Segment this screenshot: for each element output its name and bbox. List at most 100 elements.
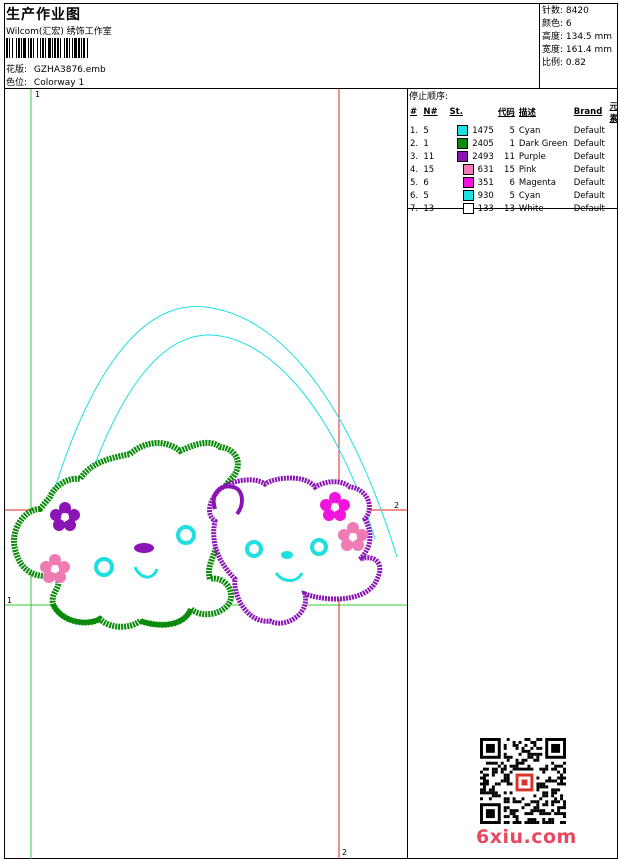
design-width: 宽度: 161.4 mm xyxy=(542,45,613,55)
row-description: Dark Green xyxy=(518,138,568,149)
row-stitches-cell: 2405 xyxy=(448,137,496,150)
row-index: 6. xyxy=(410,190,419,201)
row-code: 1 xyxy=(509,138,515,149)
guide-marker-2-right: 2 xyxy=(394,501,399,510)
barcode xyxy=(6,38,152,58)
nose-2 xyxy=(281,551,293,559)
qr-code[interactable] xyxy=(480,738,566,824)
row-stitches: 351 xyxy=(477,178,494,188)
row-brand: Default xyxy=(573,164,605,175)
row-stitches: 2493 xyxy=(472,152,494,162)
table-row: 2. 1 2405 1 Dark Green Default xyxy=(408,137,620,150)
table-row: 1. 5 1475 5 Cyan Default xyxy=(408,124,620,137)
row-brand: Default xyxy=(573,190,605,201)
color-count: 颜色: 6 xyxy=(542,19,572,29)
row-element xyxy=(607,189,620,202)
row-needle: 1 xyxy=(423,138,429,149)
row-stitches: 133 xyxy=(477,204,494,214)
col-index: # xyxy=(410,107,418,117)
row-stitches: 631 xyxy=(477,165,494,175)
table-row: 5. 6 351 6 Magenta Default xyxy=(408,176,620,189)
green-cloud xyxy=(11,439,241,630)
row-needle: 5 xyxy=(423,190,429,201)
row-needle: 11 xyxy=(423,151,435,162)
row-description: Magenta xyxy=(518,177,556,188)
col-brand: Brand xyxy=(573,107,603,117)
color-swatch xyxy=(457,138,469,149)
row-brand: Default xyxy=(573,151,605,162)
colorway-label: 色位: xyxy=(6,78,28,88)
sheet-title: 生产作业图 xyxy=(6,7,81,23)
row-code: 6 xyxy=(509,177,515,188)
row-index: 2. xyxy=(410,138,419,149)
table-row: 7. 13 133 13 White Default xyxy=(408,202,620,215)
stats-block: 针数: 8420 颜色: 6 高度: 134.5 mm 宽度: 161.4 mm… xyxy=(542,5,612,70)
row-element xyxy=(607,163,620,176)
color-swatch xyxy=(462,164,474,175)
row-stitches-cell: 2493 xyxy=(448,150,496,163)
row-needle: 15 xyxy=(423,164,435,175)
row-description: Purple xyxy=(518,151,546,162)
row-code: 5 xyxy=(509,190,515,201)
guide-marker-1-top: 1 xyxy=(35,90,40,99)
table-header-row: # N# St. 代码 描述 Brand 元素 xyxy=(408,100,620,124)
design-line: 花版: GZHA3876.emb xyxy=(6,62,106,75)
row-brand: Default xyxy=(573,138,605,149)
row-stitches-cell: 1475 xyxy=(448,124,496,137)
design-filename: GZHA3876.emb xyxy=(33,65,106,75)
row-stitches-cell: 631 xyxy=(448,163,496,176)
table-row: 3. 11 2493 11 Purple Default xyxy=(408,150,620,163)
nose-1 xyxy=(134,543,154,553)
row-brand: Default xyxy=(573,203,605,214)
guide-marker-2-bottom: 2 xyxy=(342,848,347,857)
colorway-value: Colorway 1 xyxy=(33,78,85,88)
col-element: 元素 xyxy=(609,102,618,124)
stop-sequence-table: # N# St. 代码 描述 Brand 元素 1. 5 1475 5 Cyan Defa… xyxy=(408,100,620,215)
row-element xyxy=(607,137,620,150)
col-needle: N# xyxy=(423,107,438,117)
design-canvas: 1 1 2 2 xyxy=(5,89,407,859)
row-stitches-cell: 930 xyxy=(448,189,496,202)
col-description: 描述 xyxy=(518,108,536,118)
table-row: 6. 5 930 5 Cyan Default xyxy=(408,189,620,202)
row-element xyxy=(607,150,620,163)
row-element xyxy=(607,202,620,215)
row-code: 15 xyxy=(504,164,515,175)
design-height: 高度: 134.5 mm xyxy=(542,32,613,42)
row-code: 11 xyxy=(504,151,515,162)
watermark-logo: 6xiu.com xyxy=(476,826,577,848)
row-index: 3. xyxy=(410,151,419,162)
row-brand: Default xyxy=(573,177,605,188)
color-swatch xyxy=(457,125,469,136)
row-element xyxy=(607,124,620,137)
row-element xyxy=(607,176,620,189)
row-code: 13 xyxy=(504,203,515,214)
row-index: 7. xyxy=(410,203,419,214)
row-description: White xyxy=(518,203,544,214)
company-name: Wilcom(汇宏) 绣饰工作室 xyxy=(6,27,112,37)
row-stitches-cell: 133 xyxy=(448,202,496,215)
guide-marker-1-left: 1 xyxy=(7,596,12,605)
row-index: 5. xyxy=(410,177,419,188)
row-needle: 13 xyxy=(423,203,435,214)
design-label: 花版: xyxy=(6,65,28,75)
stitch-count: 针数: 8420 xyxy=(542,6,589,16)
purple-body xyxy=(207,475,383,626)
col-code: 代码 xyxy=(497,108,515,118)
row-description: Cyan xyxy=(518,125,541,136)
color-swatch xyxy=(462,203,474,214)
row-index: 4. xyxy=(410,164,419,175)
row-needle: 5 xyxy=(423,125,429,136)
design-scale: 比例: 0.82 xyxy=(542,58,586,68)
row-stitches: 2405 xyxy=(472,139,494,149)
row-description: Pink xyxy=(518,164,537,175)
color-swatch xyxy=(462,177,474,188)
col-stitches: St. xyxy=(449,107,463,117)
row-code: 5 xyxy=(509,125,515,136)
colorway-line: 色位: Colorway 1 xyxy=(6,75,84,88)
table-row: 4. 15 631 15 Pink Default xyxy=(408,163,620,176)
color-swatch xyxy=(457,151,469,162)
color-swatch xyxy=(462,190,474,201)
row-needle: 6 xyxy=(423,177,429,188)
row-stitches: 1475 xyxy=(472,126,494,136)
